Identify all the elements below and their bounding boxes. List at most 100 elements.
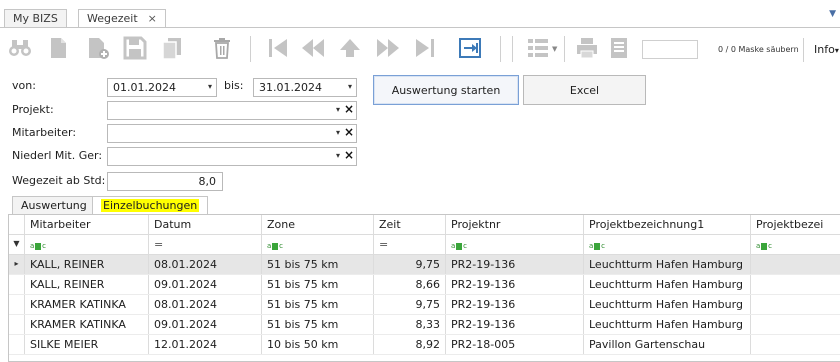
auswertung-starten-button[interactable]: Auswertung starten (373, 75, 519, 105)
clear-icon[interactable]: × (344, 148, 354, 162)
column-header-mitarbeiter[interactable]: Mitarbeiter (25, 215, 149, 234)
cell-zeit[interactable]: 9,75 (374, 295, 446, 314)
tab-my-bizs[interactable]: My BIZS (4, 9, 67, 28)
cell-projektbezeichnung2[interactable] (751, 295, 840, 314)
filter-cell-zone[interactable]: ac (262, 235, 374, 254)
bis-date-field[interactable]: 31.01.2024 ▾ (253, 78, 357, 97)
column-header-datum[interactable]: Datum (149, 215, 262, 234)
cell-datum[interactable]: 09.01.2024 (149, 315, 262, 334)
column-header-projektnr[interactable]: Projektnr (446, 215, 584, 234)
info-menu[interactable]: Info▾ (814, 43, 839, 56)
previous-record-icon[interactable] (338, 36, 362, 60)
table-row[interactable]: ▸ KALL, REINER 08.01.2024 51 bis 75 km 9… (9, 255, 840, 275)
von-date-field[interactable]: 01.01.2024 ▾ (107, 78, 217, 97)
cell-zeit[interactable]: 8,33 (374, 315, 446, 334)
wegezeit-input[interactable]: 8,0 (107, 172, 223, 191)
cell-mitarbeiter[interactable]: KALL, REINER (25, 255, 149, 274)
table-row[interactable]: SILKE MEIER 12.01.2024 10 bis 50 km 8,92… (9, 335, 840, 355)
cell-projektnr[interactable]: PR2-19-136 (446, 315, 584, 334)
next-page-icon[interactable] (376, 36, 400, 60)
filter-glyph: a (30, 242, 35, 250)
chevron-down-icon[interactable]: ▼ (552, 45, 557, 53)
cell-projektbezeichnung1[interactable]: Pavillon Gartenschau (584, 335, 751, 354)
delete-icon[interactable] (210, 36, 234, 60)
filter-cell-zeit[interactable]: = (374, 235, 446, 254)
filter-cell-projektbezeichnung2[interactable]: ac (751, 235, 840, 254)
data-grid[interactable]: Mitarbeiter Datum Zone Zeit Projektnr Pr… (8, 214, 840, 362)
cell-datum[interactable]: 08.01.2024 (149, 255, 262, 274)
report-icon[interactable] (607, 36, 631, 60)
cell-zone[interactable]: 51 bis 75 km (262, 255, 374, 274)
column-header-projektbezeichnung1[interactable]: Projektbezeichnung1 (584, 215, 751, 234)
tab-auswertung[interactable]: Auswertung (12, 196, 96, 214)
filter-cell-projektbezeichnung1[interactable]: ac (584, 235, 751, 254)
cell-zeit[interactable]: 8,92 (374, 335, 446, 354)
clear-icon[interactable]: × (344, 125, 354, 139)
column-header-zeit[interactable]: Zeit (374, 215, 446, 234)
previous-page-icon[interactable] (301, 36, 325, 60)
new-document-icon[interactable] (46, 36, 70, 60)
cell-projektnr[interactable]: PR2-18-005 (446, 335, 584, 354)
filter-cell-datum[interactable]: = (149, 235, 262, 254)
cell-projektnr[interactable]: PR2-19-136 (446, 275, 584, 294)
chevron-down-icon[interactable]: ▾ (336, 151, 340, 160)
list-view-icon[interactable] (526, 36, 550, 60)
cell-projektnr[interactable]: PR2-19-136 (446, 255, 584, 274)
chevron-down-icon[interactable]: ▾ (336, 128, 340, 137)
cell-projektbezeichnung2[interactable] (751, 255, 840, 274)
print-icon[interactable] (575, 36, 599, 60)
record-counter[interactable]: 0 / 0 Maske säubern (718, 45, 799, 54)
save-icon[interactable] (123, 36, 147, 60)
cell-projektbezeichnung2[interactable] (751, 335, 840, 354)
tab-einzelbuchungen[interactable]: Einzelbuchungen (92, 196, 209, 215)
add-document-icon[interactable] (86, 36, 110, 60)
cell-zone[interactable]: 51 bis 75 km (262, 315, 374, 334)
mitarbeiter-field[interactable]: ▾ × (107, 124, 357, 143)
tabs-menu-icon[interactable]: ▼ (829, 9, 836, 19)
record-number-input[interactable] (642, 40, 698, 59)
column-header-zone[interactable]: Zone (262, 215, 374, 234)
cell-datum[interactable]: 08.01.2024 (149, 295, 262, 314)
cell-projektbezeichnung1[interactable]: Leuchtturm Hafen Hamburg (584, 315, 751, 334)
filter-cell-mitarbeiter[interactable]: ac (25, 235, 149, 254)
projekt-field[interactable]: ▾ × (107, 101, 357, 120)
cell-datum[interactable]: 12.01.2024 (149, 335, 262, 354)
chevron-down-icon[interactable]: ▾ (348, 82, 352, 91)
excel-button[interactable]: Excel (523, 75, 646, 105)
filter-glyph: a (267, 242, 272, 250)
table-row[interactable]: KALL, REINER 09.01.2024 51 bis 75 km 8,6… (9, 275, 840, 295)
cell-zeit[interactable]: 9,75 (374, 255, 446, 274)
cell-zeit[interactable]: 8,66 (374, 275, 446, 294)
binoculars-icon[interactable] (8, 36, 32, 60)
cell-mitarbeiter[interactable]: KRAMER KATINKA (25, 315, 149, 334)
column-header-projektbezeichnung2[interactable]: Projektbezei (751, 215, 840, 234)
cell-mitarbeiter[interactable]: KALL, REINER (25, 275, 149, 294)
filter-cell-projektnr[interactable]: ac (446, 235, 584, 254)
go-to-icon[interactable] (458, 36, 482, 60)
cell-projektbezeichnung1[interactable]: Leuchtturm Hafen Hamburg (584, 275, 751, 294)
chevron-down-icon[interactable]: ▾ (336, 105, 340, 114)
cell-projektnr[interactable]: PR2-19-136 (446, 295, 584, 314)
cell-zone[interactable]: 51 bis 75 km (262, 295, 374, 314)
chevron-down-icon[interactable]: ▾ (208, 82, 212, 91)
cell-projektbezeichnung2[interactable] (751, 275, 840, 294)
cell-zone[interactable]: 10 bis 50 km (262, 335, 374, 354)
cell-zone[interactable]: 51 bis 75 km (262, 275, 374, 294)
table-row[interactable]: KRAMER KATINKA 09.01.2024 51 bis 75 km 8… (9, 315, 840, 335)
text-filter-icon: ac (451, 242, 467, 250)
cell-mitarbeiter[interactable]: KRAMER KATINKA (25, 295, 149, 314)
clear-icon[interactable]: × (344, 102, 354, 116)
last-record-icon[interactable] (413, 36, 437, 60)
table-row[interactable]: KRAMER KATINKA 08.01.2024 51 bis 75 km 9… (9, 295, 840, 315)
close-icon[interactable]: × (148, 12, 157, 25)
cell-datum[interactable]: 09.01.2024 (149, 275, 262, 294)
cell-projektbezeichnung2[interactable] (751, 315, 840, 334)
cell-projektbezeichnung1[interactable]: Leuchtturm Hafen Hamburg (584, 255, 751, 274)
tab-wegezeit[interactable]: Wegezeit × (78, 9, 166, 29)
cell-projektbezeichnung1[interactable]: Leuchtturm Hafen Hamburg (584, 295, 751, 314)
document-tab-strip: My BIZS Wegezeit × ▼ (0, 0, 840, 29)
first-record-icon[interactable] (266, 36, 290, 60)
cell-mitarbeiter[interactable]: SILKE MEIER (25, 335, 149, 354)
copy-icon[interactable] (160, 36, 184, 60)
niederl-field[interactable]: ▾ × (107, 147, 357, 166)
